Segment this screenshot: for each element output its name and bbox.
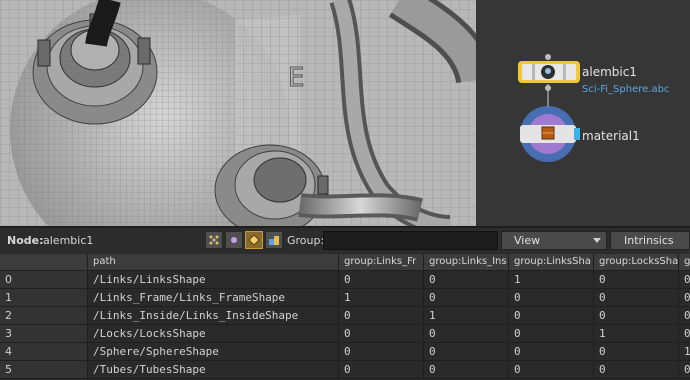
row-path: /Links_Inside/Links_InsideShape — [88, 307, 339, 325]
network-canvas[interactable] — [476, 0, 690, 226]
column-header-overflow[interactable]: gr — [679, 254, 690, 271]
row-value: 0 — [339, 271, 424, 289]
group-input[interactable] — [323, 231, 498, 250]
row-index: 0 — [0, 271, 88, 289]
node-name: alembic1 — [43, 234, 94, 247]
view-dropdown-label: View — [514, 234, 541, 247]
row-value: 0 — [424, 289, 509, 307]
svg-text:E: E — [288, 63, 304, 93]
primitives-icon — [248, 234, 260, 246]
row-value: 0 — [594, 343, 679, 361]
row-index: 2 — [0, 307, 88, 325]
table-row[interactable]: 3 /Locks/LocksShape 0 0 0 1 0 — [0, 325, 690, 343]
row-value: 0 — [424, 271, 509, 289]
group-label: Group: — [287, 234, 325, 247]
chevron-down-icon — [593, 238, 601, 243]
row-value: 0 — [679, 325, 690, 343]
alembic-output-connector[interactable] — [545, 85, 551, 91]
column-header-locks-shape[interactable]: group:LocksSha — [594, 254, 679, 271]
row-value: 0 — [679, 361, 690, 379]
row-index: 3 — [0, 325, 88, 343]
table-header-row: path group:Links_Fr group:Links_Ins grou… — [0, 254, 690, 271]
row-value: 0 — [509, 289, 594, 307]
spreadsheet-toolbar: Node: alembic1 Group: View Intrinsics — [0, 226, 690, 254]
column-header-links-frame[interactable]: group:Links_Fr — [339, 254, 424, 271]
alembic-node-label: alembic1 — [582, 65, 637, 79]
row-value: 0 — [339, 361, 424, 379]
row-value: 0 — [679, 271, 690, 289]
vertices-icon — [231, 237, 237, 243]
column-header-links-inside[interactable]: group:Links_Ins — [424, 254, 509, 271]
primitives-button[interactable] — [245, 231, 263, 249]
row-value: 0 — [424, 343, 509, 361]
alembic-node[interactable] — [518, 61, 580, 83]
row-value: 0 — [679, 289, 690, 307]
row-value: 0 — [424, 325, 509, 343]
detail-icon — [269, 236, 279, 245]
row-value: 0 — [339, 343, 424, 361]
row-value: 0 — [594, 289, 679, 307]
node-label: Node: — [7, 234, 44, 247]
row-value: 0 — [339, 307, 424, 325]
scene-viewport[interactable]: E — [0, 0, 476, 226]
row-value: 0 — [339, 325, 424, 343]
column-header-index[interactable] — [0, 254, 88, 271]
points-icon — [209, 235, 219, 245]
table-row[interactable]: 0 /Links/LinksShape 0 0 1 0 0 — [0, 271, 690, 289]
display-flag-icon — [574, 128, 580, 140]
row-index: 1 — [0, 289, 88, 307]
row-value: 1 — [339, 289, 424, 307]
column-header-links-shape[interactable]: group:LinksSha — [509, 254, 594, 271]
alembic-node-file: Sci-Fi_Sphere.abc — [582, 84, 670, 95]
table-row[interactable]: 2 /Links_Inside/Links_InsideShape 0 1 0 … — [0, 307, 690, 325]
row-value: 1 — [594, 325, 679, 343]
row-value: 0 — [594, 271, 679, 289]
detail-button[interactable] — [265, 231, 283, 249]
row-value: 0 — [509, 307, 594, 325]
material-node-label: material1 — [582, 129, 640, 143]
row-value: 1 — [424, 307, 509, 325]
row-value: 0 — [509, 325, 594, 343]
geometry-spreadsheet[interactable]: path group:Links_Fr group:Links_Ins grou… — [0, 254, 690, 380]
row-value: 0 — [509, 361, 594, 379]
row-value: 0 — [679, 307, 690, 325]
row-value: 1 — [509, 271, 594, 289]
row-index: 5 — [0, 361, 88, 379]
row-path: /Tubes/TubesShape — [88, 361, 339, 379]
row-path: /Locks/LocksShape — [88, 325, 339, 343]
network-editor[interactable]: alembic1 Sci-Fi_Sphere.abc material1 — [476, 0, 690, 226]
row-value: 1 — [679, 343, 690, 361]
row-value: 0 — [509, 343, 594, 361]
view-dropdown[interactable]: View — [501, 231, 607, 250]
row-value: 0 — [424, 361, 509, 379]
alembic-input-connector[interactable] — [545, 54, 551, 60]
vertices-button[interactable] — [225, 231, 243, 249]
row-value: 0 — [594, 361, 679, 379]
table-row[interactable]: 4 /Sphere/SphereShape 0 0 0 0 1 — [0, 343, 690, 361]
intrinsics-label: Intrinsics — [624, 234, 674, 247]
row-path: /Links/LinksShape — [88, 271, 339, 289]
viewport-canvas[interactable]: E — [0, 0, 476, 226]
column-header-path[interactable]: path — [88, 254, 339, 271]
row-index: 4 — [0, 343, 88, 361]
points-button[interactable] — [205, 231, 223, 249]
row-path: /Links_Frame/Links_FrameShape — [88, 289, 339, 307]
row-value: 0 — [594, 307, 679, 325]
table-row[interactable]: 5 /Tubes/TubesShape 0 0 0 0 0 — [0, 361, 690, 379]
intrinsics-button[interactable]: Intrinsics — [610, 231, 690, 250]
table-row[interactable]: 1 /Links_Frame/Links_FrameShape 1 0 0 0 … — [0, 289, 690, 307]
row-path: /Sphere/SphereShape — [88, 343, 339, 361]
material-node[interactable] — [520, 106, 580, 162]
